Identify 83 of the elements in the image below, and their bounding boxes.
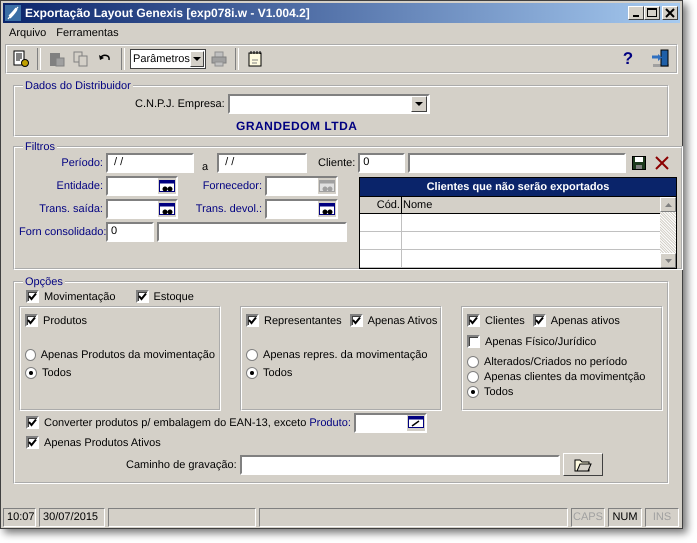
help-button[interactable]: ? <box>617 48 639 70</box>
code-field[interactable]: 0 <box>358 153 406 173</box>
binoculars-icon[interactable] <box>157 201 176 217</box>
scrollbar[interactable] <box>660 197 676 268</box>
radio-button[interactable]: Todos <box>467 386 657 398</box>
close-button[interactable] <box>662 6 678 20</box>
menu-item[interactable]: Arquivo <box>4 26 52 38</box>
radio-button[interactable]: Todos <box>246 367 436 379</box>
name-field[interactable] <box>408 153 626 173</box>
lookup-field[interactable] <box>106 199 178 219</box>
product-field[interactable] <box>354 412 427 432</box>
radio-button[interactable]: Alterados/Criados no período <box>467 356 657 368</box>
lookup-field[interactable] <box>106 176 178 196</box>
radio-button[interactable]: Apenas repres. da movimentação <box>246 349 436 361</box>
checkbox[interactable]: Apenas Produtos Ativos <box>26 436 161 449</box>
date-field[interactable]: / / <box>217 153 308 173</box>
checkbox[interactable]: Representantes <box>246 314 342 327</box>
radio-button[interactable]: Apenas clientes da movimentção <box>467 371 657 383</box>
checkbox[interactable]: Estoque <box>136 290 194 303</box>
radio-button[interactable]: Apenas Produtos da movimentação <box>25 349 215 361</box>
radio-button[interactable]: Todos <box>25 367 215 379</box>
field-label: Produto: <box>309 416 351 428</box>
group-title: Filtros <box>24 141 56 153</box>
checkbox[interactable]: Movimentação <box>26 290 116 303</box>
name-field[interactable] <box>157 222 347 242</box>
checkbox[interactable]: Converter produtos p/ embalagem do EAN-13, exceto <box>26 416 306 429</box>
group-title: Opções <box>24 276 64 288</box>
column-header[interactable]: Nome <box>402 197 660 213</box>
field-label: Fornecedor: <box>202 180 262 192</box>
folder-button[interactable] <box>562 453 603 476</box>
field-label: Cliente: <box>318 157 356 169</box>
checkbox[interactable]: Apenas Ativos <box>350 314 438 327</box>
binoculars-icon[interactable] <box>317 201 336 217</box>
binoculars-icon[interactable] <box>157 178 176 194</box>
checkmark-icon <box>138 292 147 301</box>
field-label: Entidade: <box>56 180 103 192</box>
checkmark-icon <box>28 292 37 301</box>
range-label: a <box>202 161 208 173</box>
window-title: Exportação Layout Genexis [exp078i.w - V1.004.2] <box>25 6 310 20</box>
field-label: Período: <box>60 157 103 169</box>
key-indicator: NUM <box>608 508 642 527</box>
path-field[interactable] <box>240 454 560 474</box>
lookup-field[interactable] <box>265 199 338 219</box>
menu-item[interactable]: Ferramentas <box>51 26 124 38</box>
field-label: C.N.P.J. Empresa: <box>135 98 225 110</box>
calendar-icon[interactable] <box>406 414 425 430</box>
group-title: Dados do Distribuidor <box>24 80 132 92</box>
parameters-dropdown[interactable]: Parâmetros <box>130 49 206 69</box>
status-time: 10:07 <box>3 508 36 527</box>
arrow-down-icon <box>664 258 672 262</box>
minimize-icon <box>633 15 639 17</box>
checkmark-icon <box>469 316 478 325</box>
checkbox[interactable]: Clientes <box>467 314 525 327</box>
feather-icon <box>5 5 21 21</box>
maximize-icon <box>647 8 657 18</box>
field-label: Caminho de gravação: <box>126 458 237 470</box>
lookup-field[interactable] <box>265 176 338 196</box>
checkbox[interactable]: Apenas ativos <box>532 314 620 327</box>
caret-icon <box>192 57 201 61</box>
checkmark-icon <box>352 316 361 325</box>
field-label: Trans. devol.: <box>194 203 262 215</box>
field-label: Forn consolidado: <box>19 226 103 238</box>
caret-icon <box>414 102 423 106</box>
table-title: Clientes que não serão exportados <box>360 178 676 197</box>
date-field[interactable]: / / <box>106 153 194 173</box>
checkmark-icon <box>28 438 37 447</box>
close-icon <box>665 8 675 18</box>
status-date: 30/07/2015 <box>39 508 105 527</box>
checkmark-icon <box>27 316 36 325</box>
checkmark-icon <box>28 418 37 427</box>
checkmark-icon <box>534 316 544 325</box>
maximize-button[interactable] <box>644 6 660 20</box>
code-field[interactable]: 0 <box>106 222 154 242</box>
minimize-button[interactable] <box>628 6 644 20</box>
arrow-up-icon <box>664 202 672 206</box>
column-header[interactable]: Cód. <box>360 197 402 213</box>
company-dropdown[interactable] <box>228 94 430 114</box>
checkbox[interactable]: Apenas Físico/Jurídico <box>467 335 596 348</box>
checkbox[interactable]: Produtos <box>25 314 88 327</box>
folder-icon <box>574 458 592 472</box>
company-name: GRANDEDOM LTDA <box>235 119 358 133</box>
field-label: Trans. saída: <box>38 203 103 215</box>
checkmark-icon <box>248 316 257 325</box>
